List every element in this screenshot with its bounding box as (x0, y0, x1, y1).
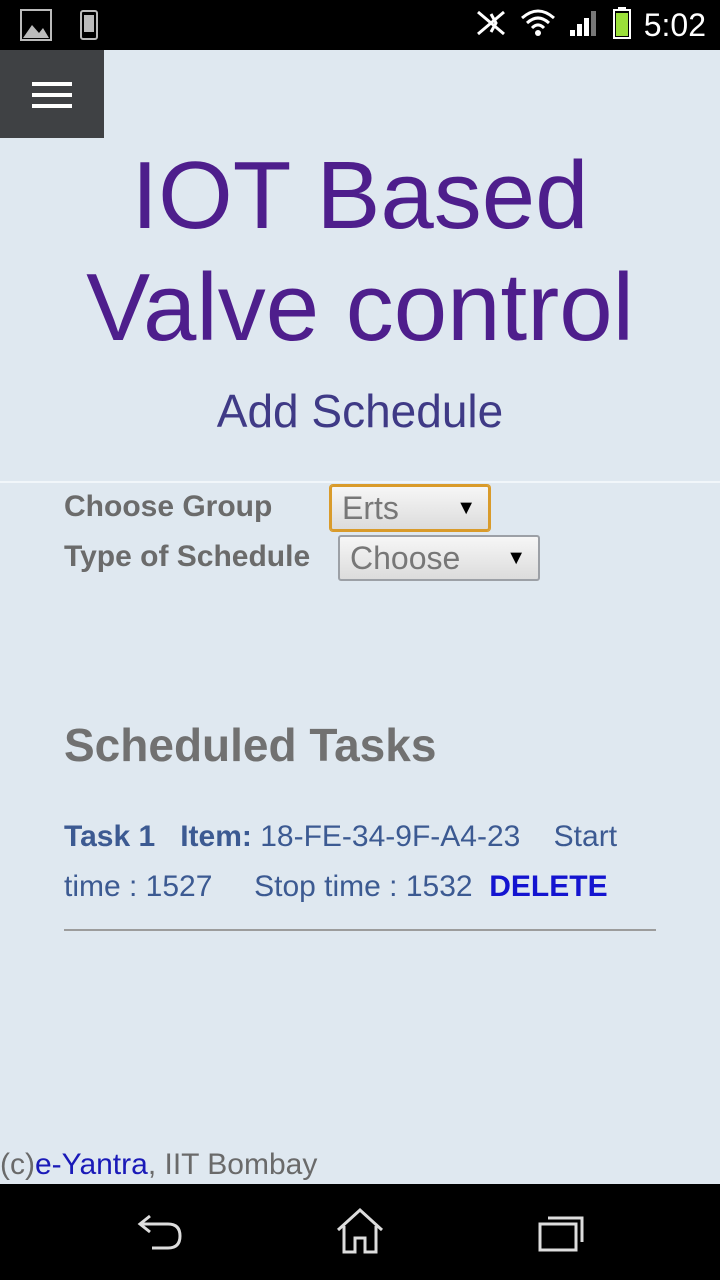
dropdown-arrow-icon: ▼ (456, 497, 476, 519)
schedule-type-value: Choose (350, 540, 461, 576)
title-line-1: IOT Based (131, 142, 589, 249)
page-title: IOT Based Valve control (0, 140, 720, 364)
footer-suffix: , IIT Bombay (147, 1148, 318, 1181)
no-nfc-icon (474, 8, 508, 42)
delete-task-button[interactable]: DELETE (489, 870, 607, 903)
schedule-type-label: Type of Schedule (64, 540, 311, 573)
navigation-bar (0, 1184, 720, 1280)
status-bar: 5:02 (0, 0, 720, 50)
title-line-2: Valve control (86, 254, 634, 361)
header-divider (0, 481, 720, 483)
signal-icon (568, 8, 600, 42)
clock: 5:02 (643, 6, 706, 43)
schedule-type-select[interactable]: Choose ▼ (338, 535, 540, 581)
image-icon (20, 9, 52, 45)
footer: (c)e-Yantra, IIT Bombay (0, 1148, 317, 1182)
task-item-value: 18-FE-34-9F-A4-23 (260, 820, 521, 853)
back-icon (137, 1214, 182, 1250)
scheduled-tasks-heading: Scheduled Tasks (64, 719, 437, 771)
recents-button[interactable] (534, 1206, 586, 1258)
battery-icon (612, 6, 632, 44)
home-button[interactable] (334, 1206, 386, 1258)
task-stop-time: Stop time : 1532 (254, 870, 473, 903)
task-name: Task 1 (64, 820, 156, 853)
back-button[interactable] (134, 1206, 186, 1258)
footer-prefix: (c) (0, 1148, 35, 1181)
recents-icon (538, 1216, 584, 1252)
e-yantra-link[interactable]: e-Yantra (35, 1148, 148, 1181)
home-icon (336, 1207, 384, 1254)
task-item-label: Item: (180, 820, 252, 853)
task-divider (64, 929, 656, 931)
page-subtitle: Add Schedule (216, 385, 504, 437)
group-select-value: Erts (342, 490, 399, 526)
choose-group-label: Choose Group (64, 490, 273, 523)
dropdown-arrow-icon: ▼ (506, 547, 526, 569)
phone-icon (80, 10, 98, 44)
task-row: Task 1 Item: 18-FE-34-9F-A4-23 Start tim… (64, 812, 664, 912)
group-select[interactable]: Erts ▼ (330, 485, 490, 531)
menu-button[interactable] (0, 50, 104, 138)
wifi-icon (520, 8, 556, 42)
